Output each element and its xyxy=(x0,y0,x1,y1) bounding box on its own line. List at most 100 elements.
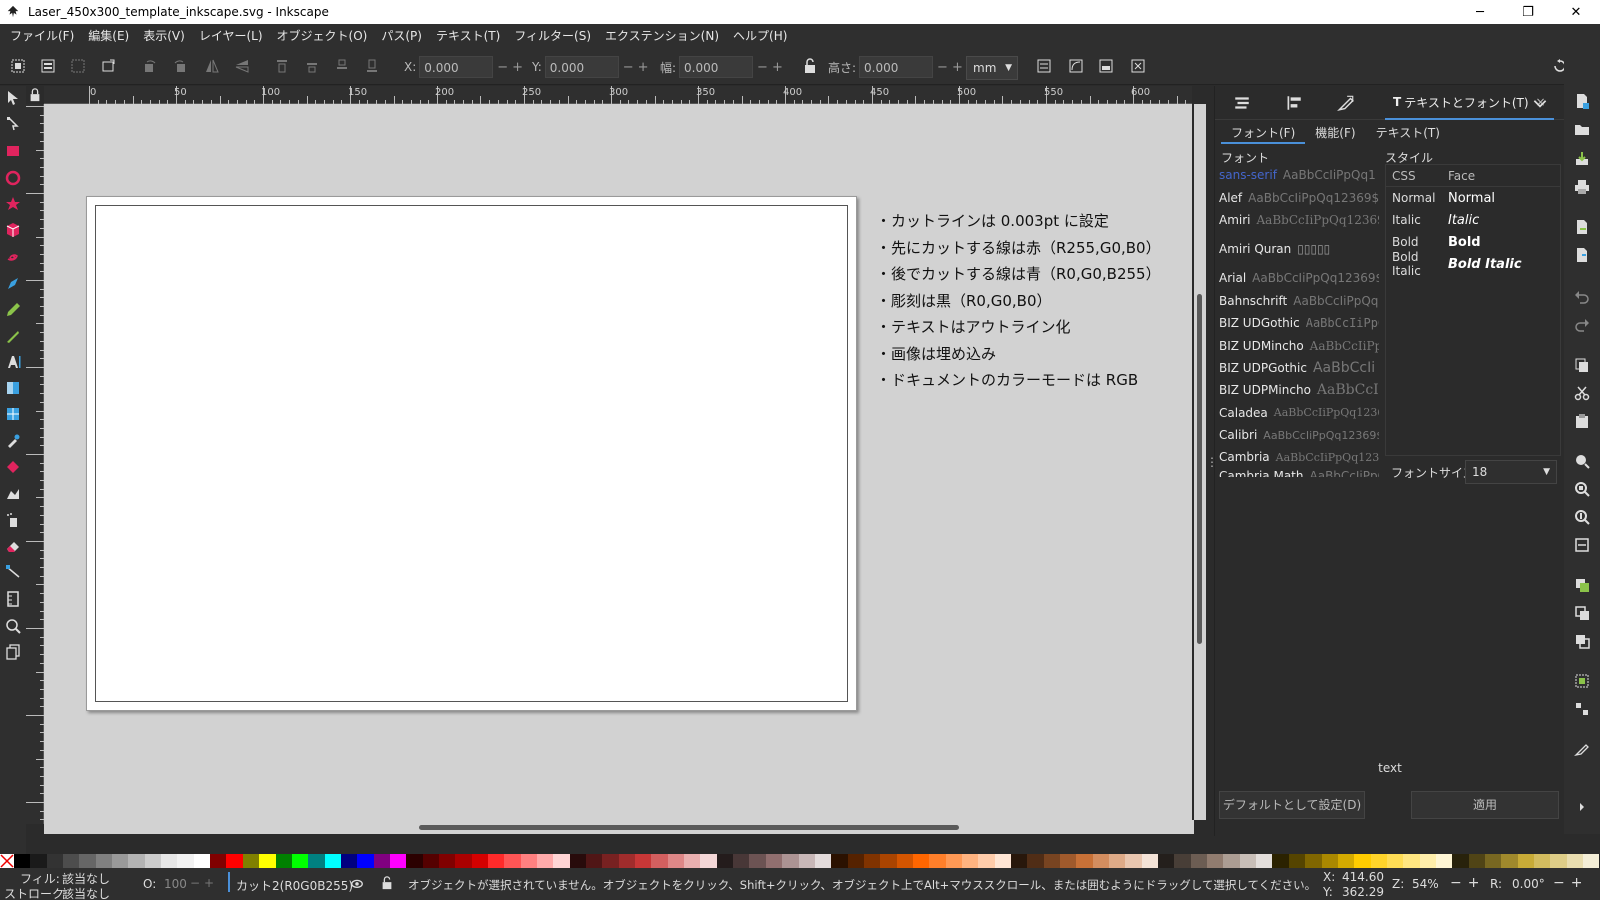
color-swatch[interactable] xyxy=(1288,854,1306,868)
touch-select-icon[interactable] xyxy=(98,56,118,76)
color-swatch[interactable] xyxy=(667,854,685,868)
lower-icon[interactable] xyxy=(332,56,352,76)
minimize-button[interactable]: ─ xyxy=(1456,0,1504,24)
move-gradients-icon[interactable] xyxy=(1096,56,1116,76)
text-tool-icon[interactable] xyxy=(5,354,21,370)
color-swatch[interactable] xyxy=(373,854,390,868)
color-swatch[interactable] xyxy=(275,854,292,868)
color-swatch[interactable] xyxy=(177,854,194,868)
spiral-tool-icon[interactable] xyxy=(5,249,21,265)
font-list-item[interactable]: BIZ UDPMincho AaBbCcI xyxy=(1219,379,1379,401)
y-stepper[interactable]: −+ xyxy=(623,60,653,75)
font-list-item[interactable]: Amiri Quran ▯▯▯▯▯ xyxy=(1219,231,1379,267)
color-swatch[interactable] xyxy=(651,854,668,868)
selector-tool-icon[interactable] xyxy=(5,90,21,106)
height-input[interactable]: 0.000 xyxy=(859,56,934,78)
style-row[interactable]: Normal Normal xyxy=(1386,187,1560,209)
lower-to-bottom-icon[interactable] xyxy=(362,56,382,76)
color-swatch[interactable] xyxy=(30,854,47,868)
raise-to-top-icon[interactable] xyxy=(272,56,292,76)
color-swatch[interactable] xyxy=(945,854,962,868)
font-list-item[interactable]: BIZ UDGothic AaBbCcIiPpQ xyxy=(1219,312,1379,334)
color-swatch[interactable] xyxy=(144,854,162,868)
export-icon[interactable] xyxy=(1574,247,1590,263)
color-swatch[interactable] xyxy=(504,854,521,868)
flip-vertical-icon[interactable] xyxy=(232,56,252,76)
color-swatch[interactable] xyxy=(422,854,439,868)
height-stepper[interactable]: −+ xyxy=(937,60,967,75)
color-swatch[interactable] xyxy=(1010,854,1028,868)
width-stepper[interactable]: −+ xyxy=(757,60,787,75)
color-swatch[interactable] xyxy=(1092,854,1110,868)
menu-text[interactable]: テキスト(T) xyxy=(429,24,507,49)
color-swatch[interactable] xyxy=(863,854,881,868)
set-as-default-button[interactable]: デフォルトとして設定(D) xyxy=(1219,791,1365,819)
ungroup-icon[interactable] xyxy=(1574,701,1590,717)
color-swatch[interactable] xyxy=(1256,854,1273,868)
rotate-ccw-icon[interactable] xyxy=(140,56,160,76)
color-swatch[interactable] xyxy=(112,854,129,868)
opacity-input[interactable]: 100 xyxy=(164,877,187,891)
color-swatch[interactable] xyxy=(226,854,243,868)
color-swatch[interactable] xyxy=(1517,854,1534,868)
color-swatch[interactable] xyxy=(1174,854,1191,868)
zoom-stepper[interactable]: −+ xyxy=(1450,875,1485,891)
color-swatch[interactable] xyxy=(1419,854,1436,868)
font-list-item[interactable]: AmiriAaBbCcIiPpQq12369$€ xyxy=(1219,209,1379,231)
color-swatch[interactable] xyxy=(782,854,799,868)
color-swatch[interactable] xyxy=(814,854,832,868)
fill-stroke-icon[interactable] xyxy=(1337,94,1355,112)
color-swatch[interactable] xyxy=(1321,854,1338,868)
color-swatch[interactable] xyxy=(1109,854,1126,868)
paste-icon[interactable] xyxy=(1574,413,1590,429)
rectangle-tool-icon[interactable] xyxy=(5,143,21,159)
menu-view[interactable]: 表示(V) xyxy=(136,24,192,49)
instruction-notes[interactable]: ・カットラインは 0.003pt に設定 ・先にカットする線は赤（R255,G0… xyxy=(876,208,1161,394)
opacity-stepper[interactable]: −+ xyxy=(190,876,218,890)
color-swatch[interactable] xyxy=(1484,854,1502,868)
lock-ratio-icon[interactable] xyxy=(800,56,820,76)
color-swatch[interactable] xyxy=(46,854,64,868)
color-swatch[interactable] xyxy=(340,854,358,868)
raise-icon[interactable] xyxy=(302,56,322,76)
scale-stroke-icon[interactable] xyxy=(1034,56,1054,76)
redo-icon[interactable] xyxy=(1574,317,1590,333)
style-table[interactable]: CSS Face Normal Normal Italic Italic Bold B… xyxy=(1385,164,1561,456)
spray-tool-icon[interactable] xyxy=(5,512,21,528)
color-swatch[interactable] xyxy=(929,854,946,868)
open-folder-icon[interactable] xyxy=(1574,121,1590,137)
print-icon[interactable] xyxy=(1574,179,1590,195)
color-swatch[interactable] xyxy=(1223,854,1240,868)
color-swatch[interactable] xyxy=(291,854,309,868)
color-swatch[interactable] xyxy=(635,854,652,868)
eraser-tool-icon[interactable] xyxy=(5,538,21,554)
menu-extensions[interactable]: エクステンション(N) xyxy=(598,24,726,49)
maximize-button[interactable]: ❐ xyxy=(1504,0,1552,24)
font-list-item[interactable]: Bahnschrift AaBbCcIiPpQq1 xyxy=(1219,290,1379,312)
horizontal-scrollbar[interactable] xyxy=(44,820,1194,834)
canvas[interactable]: ・カットラインは 0.003pt に設定 ・先にカットする線は赤（R255,G0… xyxy=(44,104,1192,820)
color-swatch[interactable] xyxy=(602,854,619,868)
zoom-tool-icon[interactable] xyxy=(5,618,21,634)
color-swatch[interactable] xyxy=(471,854,488,868)
color-swatch[interactable] xyxy=(1386,854,1404,868)
menu-path[interactable]: パス(P) xyxy=(374,24,429,49)
color-swatch[interactable] xyxy=(749,854,766,868)
subtab-font[interactable]: フォント(F) xyxy=(1221,122,1306,144)
color-swatch[interactable] xyxy=(978,854,995,868)
new-document-icon[interactable] xyxy=(1574,93,1590,109)
color-palette[interactable] xyxy=(0,854,1600,868)
color-swatch[interactable] xyxy=(618,854,636,868)
color-swatch[interactable] xyxy=(1468,854,1485,868)
menu-filters[interactable]: フィルター(S) xyxy=(507,24,598,49)
color-swatch[interactable] xyxy=(553,854,570,868)
color-swatch[interactable] xyxy=(912,854,930,868)
color-swatch[interactable] xyxy=(1076,854,1093,868)
align-icon[interactable] xyxy=(1285,94,1303,112)
menu-file[interactable]: ファイル(F) xyxy=(3,24,81,49)
font-list-item[interactable]: Caladea AaBbCcIiPpQq1236 xyxy=(1219,402,1379,424)
guide-lock-icon[interactable] xyxy=(28,88,42,102)
no-paint-swatch[interactable] xyxy=(0,854,14,868)
zoom-page-icon[interactable] xyxy=(1574,509,1590,525)
color-swatch[interactable] xyxy=(242,854,260,868)
